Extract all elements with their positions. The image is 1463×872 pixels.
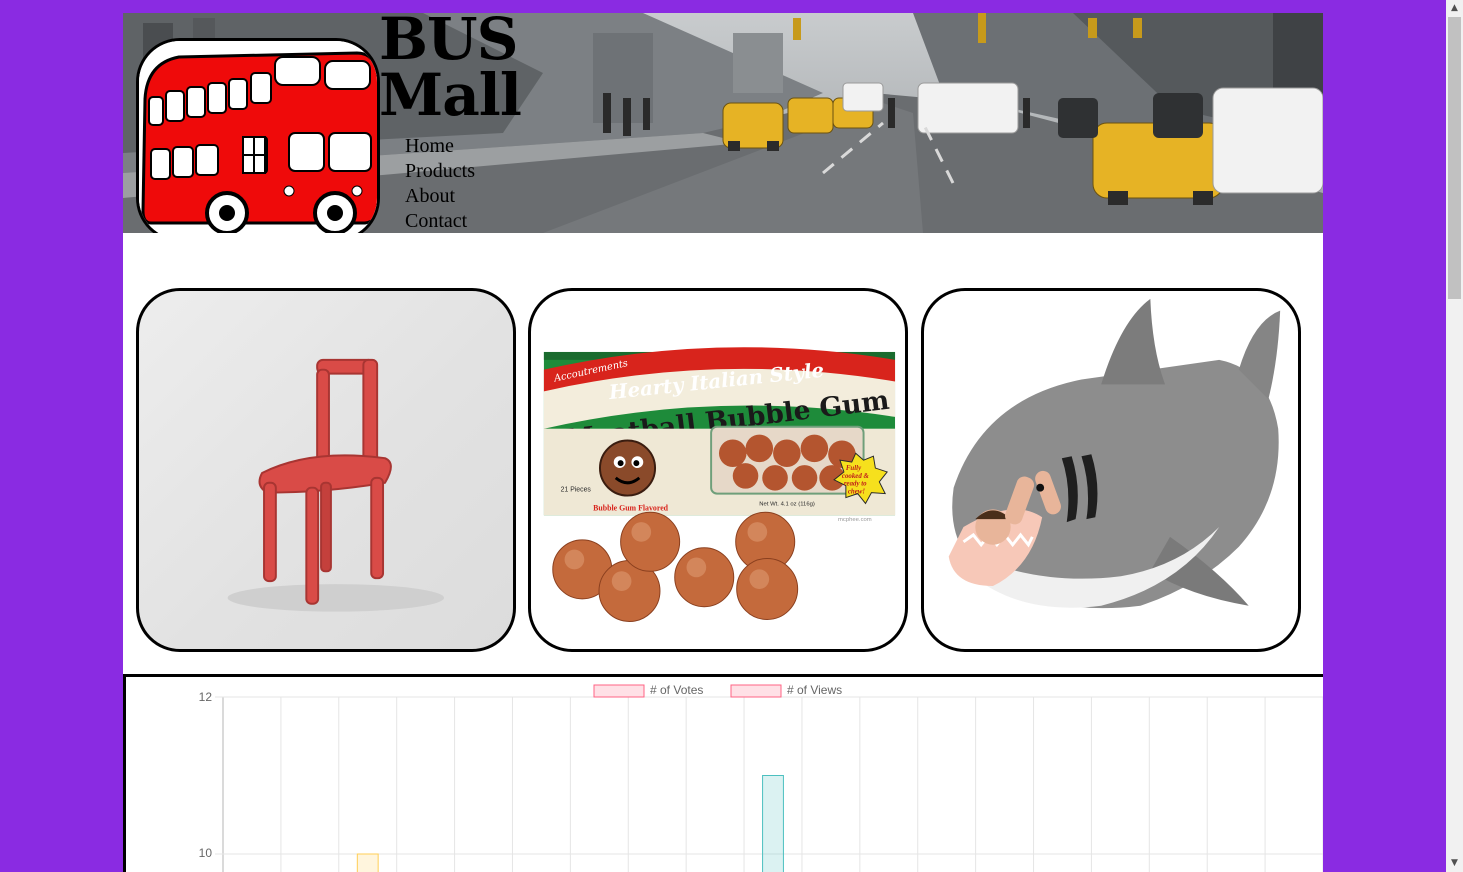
y-tick-label-10: 10 [199, 846, 213, 860]
nav-item-contact[interactable]: Contact [405, 209, 475, 233]
chart-bar[interactable] [356, 853, 379, 872]
site-title: BUS Mall [379, 13, 522, 129]
legend-label-votes: # of Votes [650, 683, 703, 697]
bus-logo[interactable] [136, 38, 380, 233]
product-card-bubblegum[interactable]: Accoutrements Hearty Italian Style Meatb… [528, 288, 908, 652]
gum-burst-line4: chew! [848, 489, 866, 496]
scroll-down-arrow-icon[interactable]: ▼ [1446, 855, 1463, 872]
bar-chart-canvas: # of Votes # of Views 12 10 [199, 683, 1323, 872]
chair-image [227, 358, 445, 612]
site-title-line2: Mall [379, 61, 522, 129]
gum-burst-line1: Fully [846, 465, 862, 472]
legend-swatch-views [730, 684, 782, 698]
product-card-shark[interactable] [921, 288, 1301, 652]
legend-swatch-votes [593, 684, 645, 698]
scroll-up-arrow-icon[interactable]: ▲ [1446, 0, 1463, 17]
shark-image [948, 298, 1281, 609]
gum-burst-line2: cooked & [842, 473, 870, 480]
chart-legend: # of Votes # of Views [593, 683, 842, 698]
product-card-chair[interactable] [136, 288, 516, 652]
nav-item-home[interactable]: Home [405, 134, 475, 159]
results-chart: # of Votes # of Views 12 10 [123, 674, 1323, 872]
main-nav: Home Products About Contact [405, 134, 475, 233]
bubblegum-image: Accoutrements Hearty Italian Style Meatb… [543, 347, 896, 622]
gum-credit-text: mcphee.com [838, 517, 872, 523]
gum-flavor-text: Bubble Gum Flavored [593, 503, 669, 512]
scroll-thumb[interactable] [1448, 17, 1461, 299]
y-tick-label-12: 12 [199, 690, 213, 704]
gum-weight-text: Net Wt. 4.1 oz (116g) [759, 501, 815, 507]
nav-item-products[interactable]: Products [405, 159, 475, 184]
site-header: BUS Mall Home Products About Contact [123, 13, 1323, 233]
chart-bar[interactable] [762, 775, 784, 872]
site-title-line1: BUS [379, 13, 518, 73]
nav-item-about[interactable]: About [405, 184, 475, 209]
page-container: BUS Mall Home Products About Contact Acc… [123, 13, 1323, 872]
legend-label-views: # of Views [787, 683, 842, 697]
page-scrollbar[interactable]: ▲ ▼ [1446, 0, 1463, 872]
gum-pieces-text: 21 Pieces [561, 487, 592, 494]
double-decker-bus-icon [139, 41, 377, 233]
gum-burst-line3: ready to [844, 481, 867, 488]
